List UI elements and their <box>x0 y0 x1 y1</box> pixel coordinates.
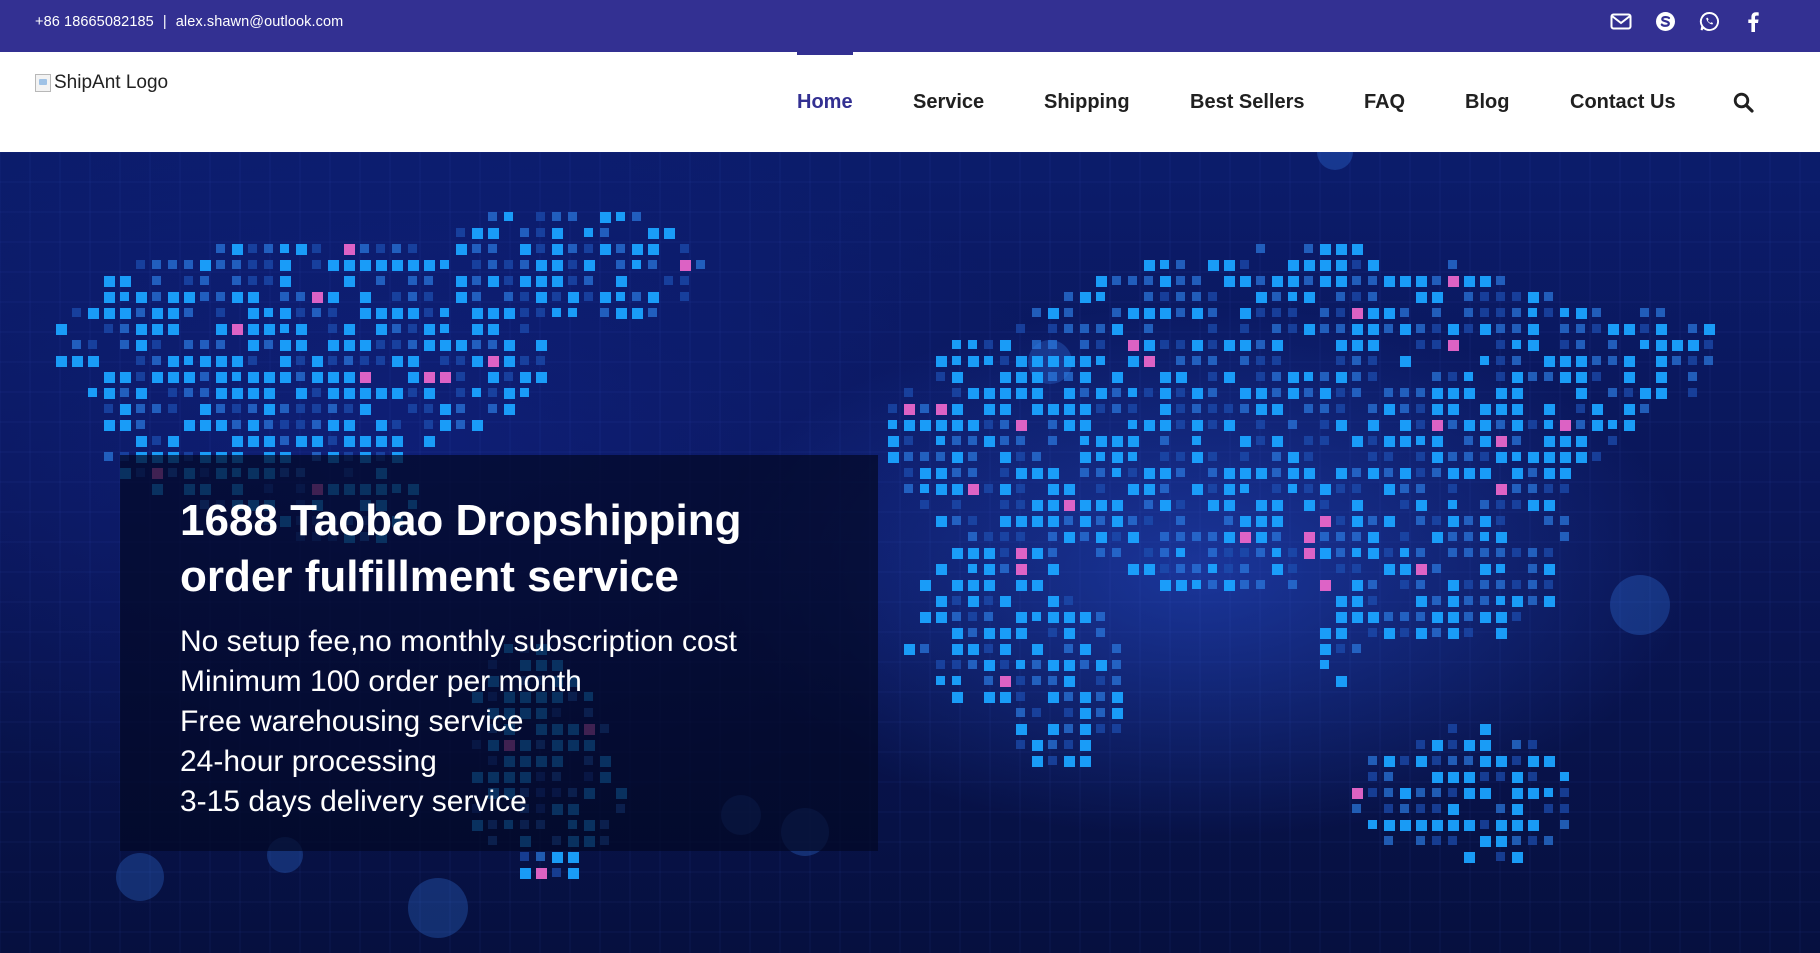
hero-feature-3: Free warehousing service <box>180 705 524 738</box>
nav-home[interactable]: Home <box>797 52 853 152</box>
social-links <box>1610 0 1764 43</box>
hero-title-line-2: order fulfillment service <box>180 552 679 601</box>
hero-feature-5: 3-15 days delivery service <box>180 785 527 818</box>
nav-shipping[interactable]: Shipping <box>1044 52 1130 152</box>
nav-best-sellers[interactable]: Best Sellers <box>1190 52 1305 152</box>
site-header: ShipAnt Logo Home Service Shipping Best … <box>0 52 1820 152</box>
top-contact-bar: +86 18665082185 | alex.shawn@outlook.com <box>0 0 1820 52</box>
whatsapp-icon[interactable] <box>1698 11 1720 33</box>
search-icon[interactable] <box>1733 52 1754 152</box>
hero-feature-4: 24-hour processing <box>180 745 437 778</box>
hero-banner: 1688 Taobao Dropshipping order fulfillme… <box>0 152 1820 953</box>
contact-separator: | <box>162 13 167 30</box>
facebook-icon[interactable] <box>1742 11 1764 33</box>
hero-title: 1688 Taobao Dropshipping order fulfillme… <box>180 493 820 605</box>
phone-number[interactable]: +86 18665082185 <box>35 14 154 30</box>
email-address[interactable]: alex.shawn@outlook.com <box>176 14 344 30</box>
nav-blog[interactable]: Blog <box>1465 52 1509 152</box>
nav-service[interactable]: Service <box>913 52 984 152</box>
hero-feature-1: No setup fee,no monthly subscription cos… <box>180 625 737 658</box>
nav-faq[interactable]: FAQ <box>1364 52 1405 152</box>
envelope-icon[interactable] <box>1610 11 1632 33</box>
main-navigation: Home Service Shipping Best Sellers FAQ B… <box>0 52 1820 152</box>
hero-title-line-1: 1688 Taobao Dropshipping <box>180 496 742 545</box>
hero-feature-2: Minimum 100 order per month <box>180 665 582 698</box>
nav-contact-us[interactable]: Contact Us <box>1570 52 1676 152</box>
hero-feature-list: No setup fee,no monthly subscription cos… <box>180 622 860 822</box>
contact-info: +86 18665082185 | alex.shawn@outlook.com <box>35 0 343 43</box>
skype-icon[interactable] <box>1654 11 1676 33</box>
